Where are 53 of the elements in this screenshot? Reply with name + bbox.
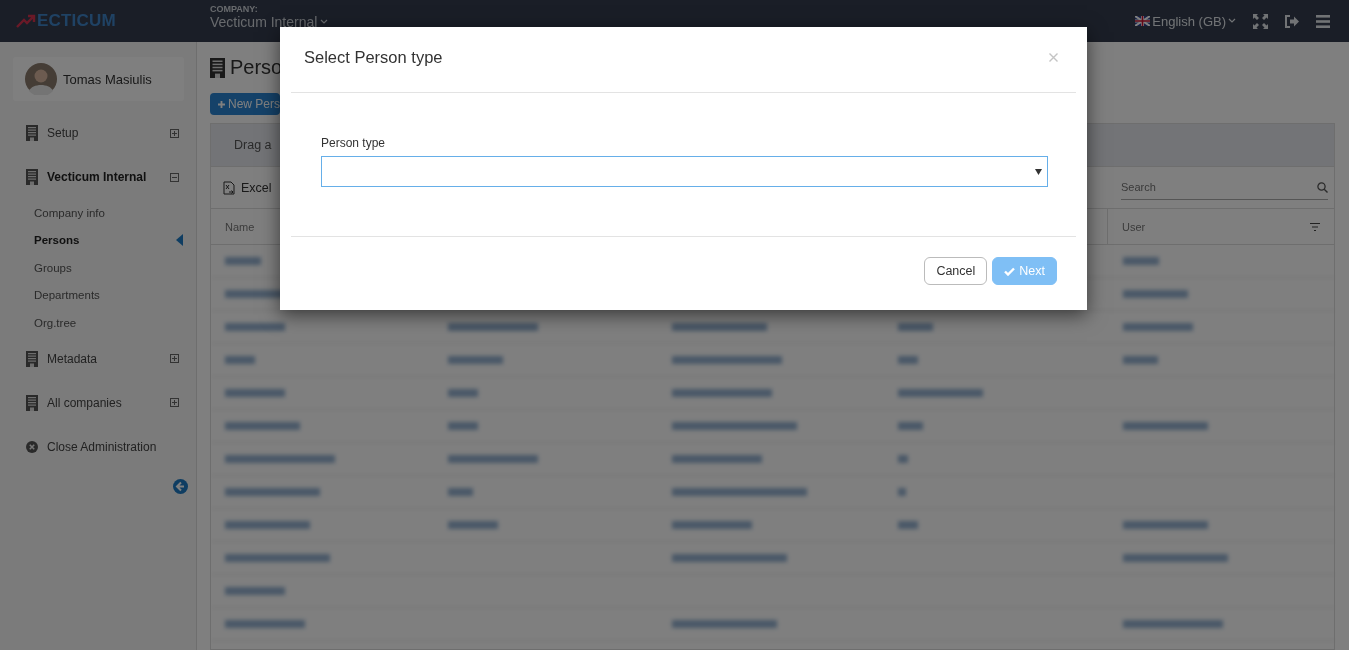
filter-icon[interactable] [1310, 222, 1320, 231]
sidebar-item[interactable]: All companies [47, 395, 161, 410]
sidebar-subitem[interactable]: Persons [34, 234, 176, 247]
check-icon [1004, 266, 1016, 276]
user-name: Tomas Masiulis [63, 71, 152, 87]
close-circle-icon [26, 440, 38, 453]
person-type-dropdown[interactable] [321, 156, 1048, 187]
sidebar-item[interactable]: Metadata [47, 351, 161, 366]
sidebar-item[interactable]: Vecticum Internal [47, 170, 161, 184]
sidebar-item[interactable]: Close Administration [47, 439, 179, 454]
search-icon [1317, 181, 1328, 193]
menu-icon[interactable] [1316, 14, 1330, 28]
page-title: Perso [230, 56, 283, 80]
sidebar-subitem[interactable]: Departments [34, 289, 183, 302]
plus-icon [218, 99, 225, 109]
new-person-button[interactable]: New Pers [210, 93, 280, 115]
expand-icon[interactable] [170, 354, 179, 363]
close-icon[interactable] [1049, 53, 1058, 62]
language-selector[interactable]: English (GB) [1135, 13, 1236, 29]
building-icon [26, 125, 38, 141]
building-icon [26, 394, 38, 411]
excel-export-icon [223, 180, 235, 195]
sidebar-subitem[interactable]: Groups [34, 261, 183, 274]
company-label: COMPANY: [210, 4, 259, 14]
logo-text: ECTICUM [37, 11, 116, 31]
company-selector[interactable]: Vecticum Internal [210, 14, 318, 30]
caret-icon [320, 19, 329, 25]
column-header[interactable]: Name [225, 220, 255, 233]
collapse-sidebar-icon[interactable] [173, 478, 188, 494]
column-header[interactable]: User [1122, 220, 1146, 233]
field-label: Person type [321, 136, 387, 150]
sign-out-icon[interactable] [1285, 14, 1299, 28]
dropdown-arrow-icon [1035, 168, 1042, 175]
fullscreen-icon[interactable] [1253, 13, 1268, 29]
cancel-button[interactable]: Cancel [924, 257, 988, 285]
excel-export-link[interactable]: Excel [241, 180, 272, 195]
collapse-icon[interactable] [170, 172, 179, 182]
sidebar-item[interactable]: Setup [47, 126, 161, 140]
building-icon [26, 350, 38, 367]
expand-icon[interactable] [170, 128, 179, 138]
sidebar-subitem[interactable]: Org.tree [34, 316, 183, 329]
dialog-title: Select Person type [304, 48, 443, 67]
user-card[interactable]: Tomas Masiulis [13, 57, 184, 101]
avatar-icon [25, 63, 57, 95]
building-icon [26, 169, 38, 185]
logo-arrow-icon [16, 14, 36, 28]
selected-marker-icon [176, 234, 183, 247]
flag-icon [1135, 16, 1151, 26]
sidebar-subitem[interactable]: Company info [34, 206, 183, 219]
building-icon [210, 57, 225, 78]
search-field[interactable]: Search [1121, 181, 1317, 193]
caret-icon [1228, 18, 1236, 24]
expand-icon[interactable] [170, 398, 179, 407]
